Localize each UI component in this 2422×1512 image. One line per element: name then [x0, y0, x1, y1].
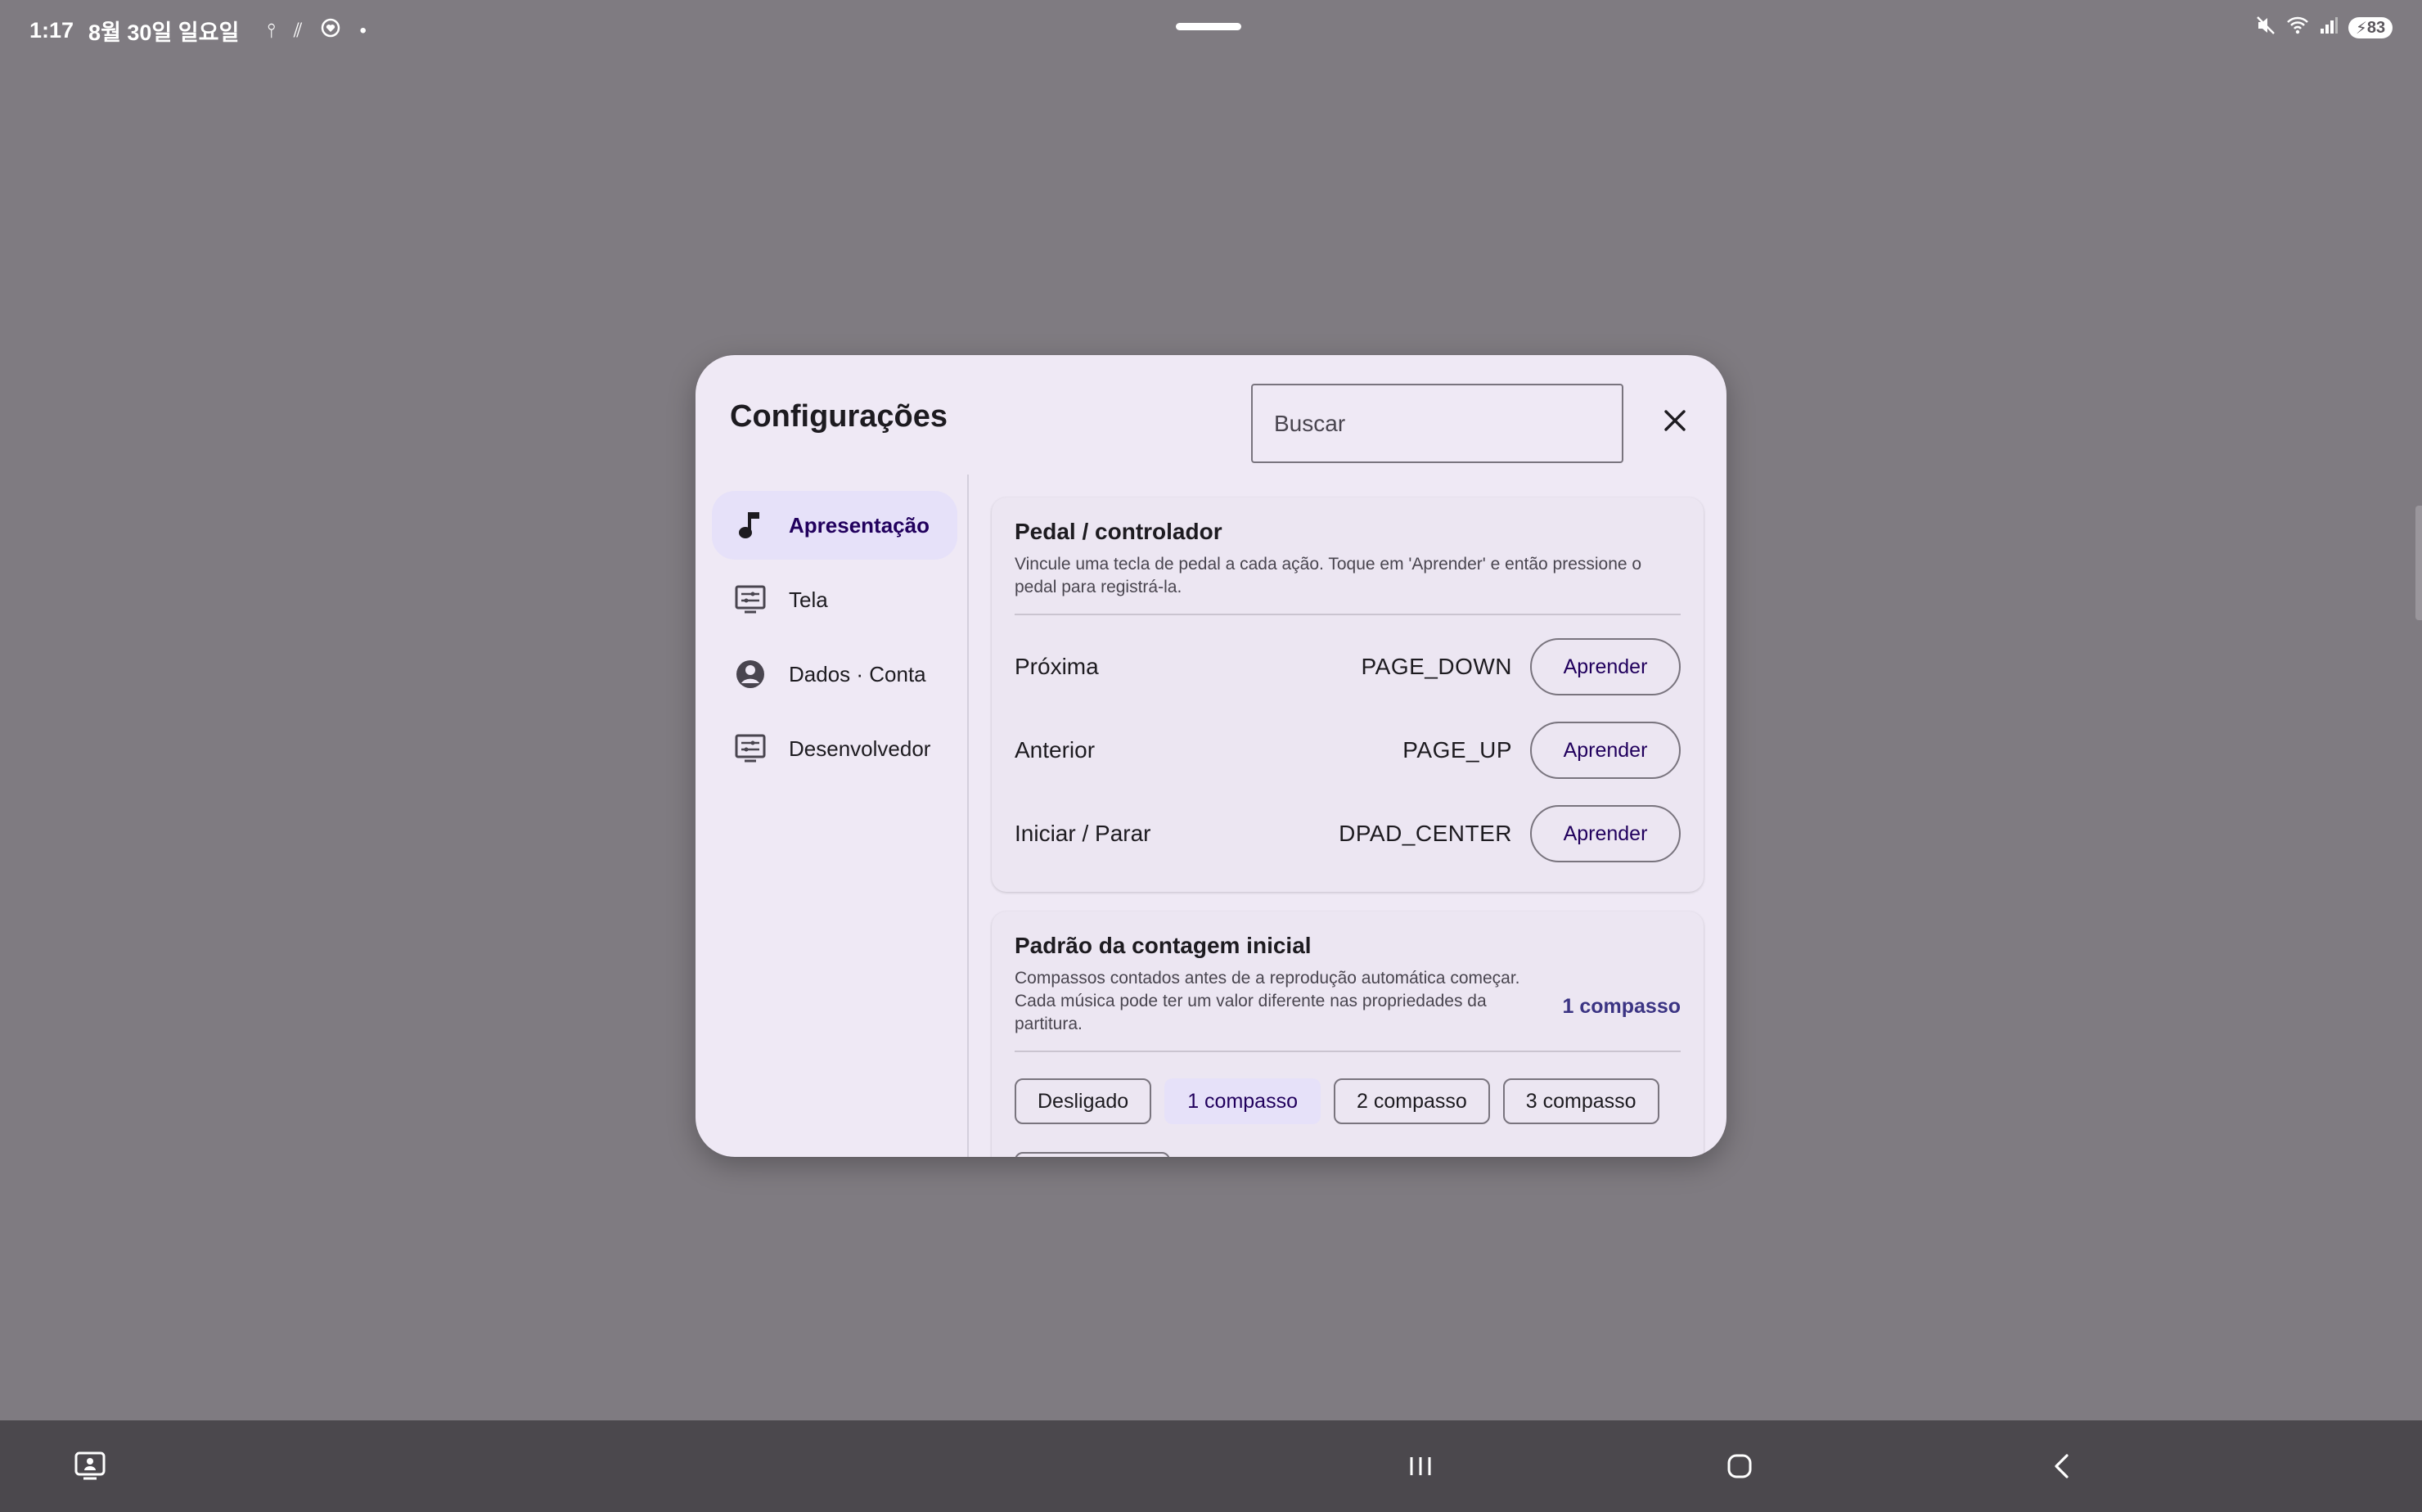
count-in-text: Padrão da contagem inicial Compassos con…	[1015, 933, 1562, 1036]
chip-3-compasso[interactable]: 3 compasso	[1502, 1078, 1659, 1124]
pedal-title: Pedal / controlador	[1015, 519, 1222, 544]
pedal-action-name: Anterior	[1015, 737, 1096, 763]
back-icon	[2055, 1454, 2069, 1478]
learn-button[interactable]: Aprender	[1530, 638, 1681, 695]
divider	[1015, 614, 1681, 615]
sidebar-item-label: Tela	[789, 587, 828, 612]
chip-desligado[interactable]: Desligado	[1015, 1078, 1152, 1124]
sidebar-item-dados-conta[interactable]: Dados · Conta	[712, 640, 957, 709]
charging-icon: ⚡	[2355, 19, 2367, 38]
pedal-card: Pedal / controlador Vincule uma tecla de…	[992, 497, 1704, 892]
status-left: 1:17 8월 30일 일요일 ⫯ ⫽ •	[29, 15, 367, 47]
close-button[interactable]	[1652, 398, 1698, 443]
status-time: 1:17	[29, 18, 74, 43]
dot-icon: •	[359, 19, 367, 42]
sidebar-item-label: Dados · Conta	[789, 661, 926, 686]
pedal-row-iniciar-parar: Iniciar / Parar DPAD_CENTER Aprender	[1015, 792, 1681, 875]
settings-sidebar: Apresentação Tela Dados · Conta Desenvol…	[712, 491, 957, 789]
count-in-description: Compassos contados antes de a reprodução…	[1015, 969, 1520, 1033]
back-button[interactable]	[2037, 1420, 2087, 1512]
close-icon	[1664, 410, 1686, 431]
pedal-description: Vincule uma tecla de pedal a cada ação. …	[1015, 555, 1642, 596]
wifi-icon	[2286, 15, 2309, 41]
sidebar-item-label: Desenvolvedor	[789, 736, 931, 761]
battery-indicator: ⚡ 83	[2348, 17, 2393, 38]
dialog-title: Configurações	[730, 399, 948, 434]
link-icon: ⫽	[293, 19, 303, 42]
battery-level: 83	[2366, 18, 2386, 37]
mute-icon	[2255, 15, 2276, 41]
display-settings-icon	[733, 583, 768, 617]
sidebar-item-desenvolvedor[interactable]: Desenvolvedor	[712, 714, 957, 783]
pedal-key-value: PAGE_DOWN	[1361, 654, 1512, 679]
status-date: 8월 30일 일요일	[88, 20, 240, 45]
sidebar-item-apresentacao[interactable]: Apresentação	[712, 491, 957, 560]
learn-button[interactable]: Aprender	[1530, 722, 1681, 779]
usb-icon: ⫯	[267, 19, 276, 42]
divider	[1015, 1051, 1681, 1052]
screenshot-button[interactable]	[65, 1420, 115, 1512]
sidebar-item-tela[interactable]: Tela	[712, 565, 957, 634]
chip-2-compasso[interactable]: 2 compasso	[1333, 1078, 1490, 1124]
pedal-row-proxima: Próxima PAGE_DOWN Aprender	[1015, 625, 1681, 709]
pedal-action-name: Iniciar / Parar	[1015, 821, 1151, 846]
system-navigation-bar	[0, 1420, 2422, 1512]
signal-icon	[2319, 16, 2339, 40]
pedal-key-value: PAGE_UP	[1402, 737, 1512, 763]
status-right: ⚡ 83	[2255, 15, 2393, 41]
sidebar-item-label: Apresentação	[789, 512, 930, 538]
settings-dialog: Configurações Apresentação Tela Dados · …	[696, 355, 1726, 1157]
pedal-row-anterior: Anterior PAGE_UP Aprender	[1015, 709, 1681, 792]
pedal-key-value: DPAD_CENTER	[1339, 821, 1512, 846]
learn-button[interactable]: Aprender	[1530, 805, 1681, 862]
count-in-card: Padrão da contagem inicial Compassos con…	[992, 911, 1704, 1157]
search-input[interactable]	[1251, 384, 1623, 463]
count-in-title: Padrão da contagem inicial	[1015, 933, 1312, 958]
status-bar: 1:17 8월 30일 일요일 ⫯ ⫽ • ⚡ 83	[0, 0, 2422, 57]
recents-button[interactable]	[1396, 1420, 1445, 1512]
settings-content: Pedal / controlador Vincule uma tecla de…	[992, 497, 1704, 1157]
count-in-current-value: 1 compasso	[1562, 995, 1681, 1018]
top-handle[interactable]	[1176, 23, 1241, 30]
count-in-header: Padrão da contagem inicial Compassos con…	[1015, 933, 1681, 1036]
heart-badge-icon	[320, 17, 341, 44]
count-in-options: Desligado 1 compasso 2 compasso 3 compas…	[1015, 1078, 1681, 1124]
notification-icons: ⫯ ⫽ •	[267, 17, 367, 44]
home-icon	[1727, 1454, 1752, 1478]
account-circle-icon	[733, 657, 768, 691]
recents-icon	[1410, 1457, 1431, 1475]
edge-panel-handle[interactable]	[2415, 506, 2422, 620]
sidebar-divider	[967, 475, 969, 1157]
home-button[interactable]	[1715, 1420, 1764, 1512]
chip-partial[interactable]	[1015, 1152, 1170, 1157]
chip-1-compasso[interactable]: 1 compasso	[1164, 1078, 1321, 1124]
display-settings-icon	[733, 731, 768, 766]
music-note-icon	[733, 508, 768, 542]
screen-capture-icon	[74, 1451, 106, 1480]
pedal-action-name: Próxima	[1015, 654, 1099, 679]
